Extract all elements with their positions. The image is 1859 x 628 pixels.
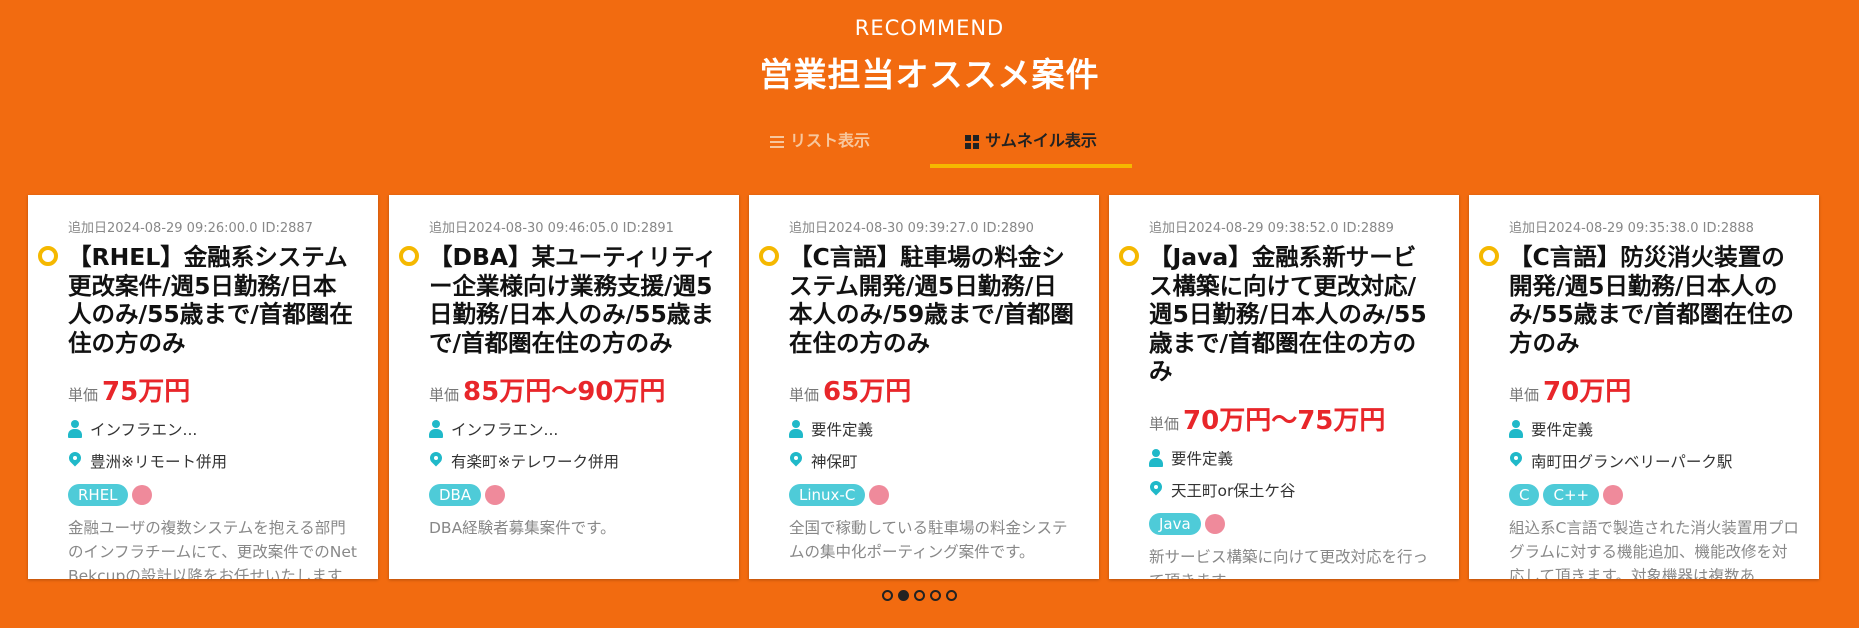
list-icon xyxy=(769,135,784,148)
carousel-dot[interactable] xyxy=(930,590,941,601)
card-role: 要件定義 xyxy=(1531,421,1594,439)
card-role: インフラエン... xyxy=(90,421,198,439)
card-description: 金融ユーザの複数システムを抱える部門のインフラチームにて、更改案件でのNetBe… xyxy=(68,519,358,579)
person-icon xyxy=(68,420,82,438)
location-pin-icon xyxy=(68,452,82,470)
card-location: 神保町 xyxy=(811,453,858,471)
tab-list-label: リスト表示 xyxy=(789,131,870,150)
card-location: 天王町or保土ケ谷 xyxy=(1171,481,1296,500)
card-date: 追加日2024-08-29 09:26:00.0 ID:2887 xyxy=(68,221,313,236)
card-title[interactable]: 【C言語】防災消火装置の開発/週5日勤務/日本人のみ/55歳まで/首都圏在住の方… xyxy=(1509,243,1799,357)
tab-thumbnail-view[interactable]: サムネイル表示 xyxy=(930,128,1132,168)
circle-icon xyxy=(1119,246,1139,266)
skill-tag: C++ xyxy=(1543,484,1600,506)
card-role: 要件定義 xyxy=(811,421,874,439)
price: 70万円～75万円 xyxy=(1183,405,1386,436)
person-icon xyxy=(1509,420,1523,438)
carousel-dot[interactable] xyxy=(882,590,893,601)
price-label: 単価 xyxy=(429,386,460,404)
price: 70万円 xyxy=(1543,377,1632,407)
card-location: 南町田グランベリーパーク駅 xyxy=(1531,453,1733,471)
skill-tags: Java xyxy=(1149,512,1439,535)
location-pin-icon xyxy=(1509,452,1523,470)
job-card[interactable]: 追加日2024-08-29 09:26:00.0 ID:2887 【RHEL】金… xyxy=(28,195,378,579)
view-tabs: リスト表示 サムネイル表示 xyxy=(0,128,1859,168)
card-title[interactable]: 【C言語】駐車場の料金システム開発/週5日勤務/日本人のみ/59歳まで/首都圏在… xyxy=(789,243,1079,357)
card-date: 追加日2024-08-29 09:35:38.0 ID:2888 xyxy=(1509,221,1754,236)
price-label: 単価 xyxy=(1509,386,1540,404)
card-date: 追加日2024-08-30 09:39:27.0 ID:2890 xyxy=(789,221,1034,236)
card-location: 有楽町※テレワーク併用 xyxy=(451,453,619,471)
tab-thumbnail-label: サムネイル表示 xyxy=(985,131,1097,150)
tag-dot xyxy=(1603,485,1624,505)
job-card[interactable]: 追加日2024-08-30 09:46:05.0 ID:2891 【DBA】某ユ… xyxy=(389,195,739,579)
skill-tag: Linux-C xyxy=(789,484,866,506)
skill-tag: Java xyxy=(1149,512,1201,535)
skill-tag: DBA xyxy=(429,484,482,506)
skill-tags: DBA xyxy=(429,484,719,506)
circle-icon xyxy=(399,246,419,266)
skill-tag: RHEL xyxy=(68,484,128,506)
location-pin-icon xyxy=(1149,481,1163,499)
card-role: 要件定義 xyxy=(1171,449,1234,468)
card-date: 追加日2024-08-30 09:46:05.0 ID:2891 xyxy=(429,221,674,236)
card-date: 追加日2024-08-29 09:38:52.0 ID:2889 xyxy=(1149,221,1394,236)
carousel-dot[interactable] xyxy=(898,590,909,601)
tag-dot xyxy=(131,485,152,505)
circle-icon xyxy=(759,246,779,266)
price-label: 単価 xyxy=(68,386,99,404)
card-description: 全国で稼動している駐車場の料金システムの集中化ポーティング案件です。 xyxy=(789,519,1068,561)
skill-tags: Linux-C xyxy=(789,484,1079,506)
job-card[interactable]: 追加日2024-08-29 09:35:38.0 ID:2888 【C言語】防災… xyxy=(1469,195,1819,579)
skill-tags: C C++ xyxy=(1509,484,1799,506)
section-subtitle: RECOMMEND xyxy=(854,16,1005,40)
person-icon xyxy=(429,420,443,438)
price-label: 単価 xyxy=(789,386,820,404)
job-card[interactable]: 追加日2024-08-29 09:38:52.0 ID:2889 【Java】金… xyxy=(1109,195,1459,579)
location-pin-icon xyxy=(789,452,803,470)
tab-list-view[interactable]: リスト表示 xyxy=(720,128,920,164)
section-title: 営業担当オススメ案件 xyxy=(759,55,1100,94)
price: 65万円 xyxy=(823,377,912,407)
circle-icon xyxy=(1479,246,1499,266)
carousel-dot[interactable] xyxy=(946,590,957,601)
skill-tag: C xyxy=(1509,484,1540,506)
tag-dot xyxy=(1204,513,1225,534)
person-icon xyxy=(789,420,803,438)
circle-icon xyxy=(38,246,58,266)
location-pin-icon xyxy=(429,452,443,470)
carousel-dot[interactable] xyxy=(914,590,925,601)
grid-icon xyxy=(965,134,980,149)
card-title[interactable]: 【RHEL】金融系システム更改案件/週5日勤務/日本人のみ/55歳まで/首都圏在… xyxy=(68,243,358,357)
carousel-pagination xyxy=(882,590,957,601)
tag-dot xyxy=(485,485,506,505)
card-description: DBA経験者募集案件です。 xyxy=(429,519,616,537)
tag-dot xyxy=(869,485,890,505)
card-title[interactable]: 【DBA】某ユーティリティー企業様向け業務支援/週5日勤務/日本人のみ/55歳ま… xyxy=(429,243,719,357)
person-icon xyxy=(1149,448,1163,467)
job-card[interactable]: 追加日2024-08-30 09:39:27.0 ID:2890 【C言語】駐車… xyxy=(749,195,1099,579)
price-label: 単価 xyxy=(1149,414,1180,433)
card-description: 組込系C言語で製造された消火装置用プログラムに対する機能追加、機能改修を対応して… xyxy=(1509,519,1799,579)
card-title[interactable]: 【Java】金融系新サービス構築に向けて更改対応/週5日勤務/日本人のみ/55歳… xyxy=(1149,243,1439,386)
card-role: インフラエン... xyxy=(451,421,559,439)
price: 75万円 xyxy=(102,377,191,407)
price: 85万円～90万円 xyxy=(463,377,666,407)
card-description: 新サービス構築に向けて更改対応を行って頂きます xyxy=(1149,547,1429,580)
skill-tags: RHEL xyxy=(68,484,358,506)
card-location: 豊洲※リモート併用 xyxy=(90,453,227,471)
